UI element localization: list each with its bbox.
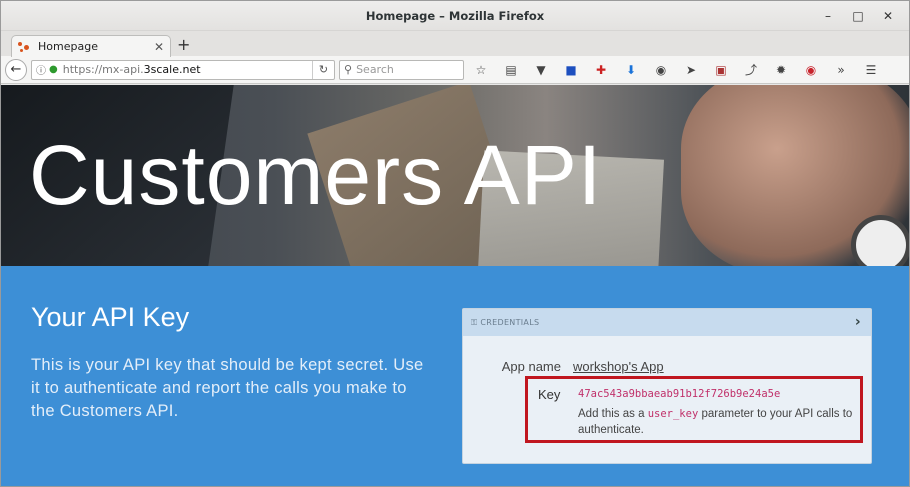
star-icon[interactable]: ☆ bbox=[468, 60, 494, 80]
save-icon[interactable]: ■ bbox=[558, 60, 584, 80]
minimize-button[interactable]: – bbox=[813, 7, 843, 25]
key-highlight-box: Key 47ac543a9bbaeab91b12f726b9e24a5e Add… bbox=[525, 376, 863, 443]
addon-icon[interactable]: ✚ bbox=[588, 60, 614, 80]
search-icon: ⚲ bbox=[344, 63, 353, 76]
favicon-icon bbox=[18, 41, 32, 53]
extension-icon[interactable]: ▣ bbox=[708, 60, 734, 80]
navigation-bar: ← ⓘ ● https://mx-api. 3scale.net ↻ ⚲ Sear… bbox=[1, 56, 909, 84]
tab-homepage[interactable]: Homepage ✕ bbox=[11, 35, 171, 57]
dev-icon[interactable]: ✹ bbox=[768, 60, 794, 80]
chevron-right-icon[interactable]: › bbox=[855, 314, 861, 330]
tab-close-icon[interactable]: ✕ bbox=[154, 40, 164, 54]
send-icon[interactable]: ➤ bbox=[678, 60, 704, 80]
url-bar[interactable]: ⓘ ● https://mx-api. 3scale.net ↻ bbox=[31, 59, 335, 80]
hero-title: Customers API bbox=[29, 128, 603, 222]
lock-icon: ● bbox=[49, 64, 58, 75]
pocket-icon[interactable]: ▼ bbox=[528, 60, 554, 80]
key-value[interactable]: 47ac543a9bbaeab91b12f726b9e24a5e bbox=[578, 388, 780, 400]
search-input[interactable]: ⚲ Search bbox=[339, 59, 464, 80]
hero-banner: Customers API bbox=[1, 85, 909, 266]
window-title: Homepage – Mozilla Firefox bbox=[365, 8, 545, 23]
new-tab-button[interactable]: + bbox=[177, 35, 190, 54]
screenshot-icon[interactable]: ◉ bbox=[648, 60, 674, 80]
section-heading: Your API Key bbox=[31, 302, 190, 332]
title-bar: Homepage – Mozilla Firefox – □ ✕ bbox=[1, 1, 909, 31]
menu-icon[interactable]: ☰ bbox=[858, 60, 884, 80]
app-name-label: App name bbox=[501, 359, 561, 374]
pinterest-icon[interactable]: ◉ bbox=[798, 60, 824, 80]
maximize-button[interactable]: □ bbox=[843, 7, 873, 25]
url-host: 3scale.net bbox=[143, 63, 201, 76]
reload-button[interactable]: ↻ bbox=[312, 60, 334, 79]
credentials-card: ⚿ CREDENTIALS › App name workshop's App K… bbox=[462, 308, 872, 464]
overflow-icon[interactable]: » bbox=[828, 60, 854, 80]
desc-before: Add this as a bbox=[578, 408, 645, 420]
credentials-title: CREDENTIALS bbox=[480, 318, 540, 327]
api-key-section: Your API Key This is your API key that s… bbox=[1, 266, 909, 486]
hero-watch-image bbox=[851, 215, 909, 266]
key-label: Key bbox=[538, 387, 561, 402]
tab-bar: Homepage ✕ + bbox=[1, 31, 909, 57]
section-text: This is your API key that should be kept… bbox=[31, 356, 424, 420]
key-icon: ⚿ bbox=[471, 317, 478, 327]
close-window-button[interactable]: ✕ bbox=[873, 7, 903, 25]
browser-window: Homepage – Mozilla Firefox – □ ✕ Homepag… bbox=[0, 0, 910, 487]
reading-list-icon[interactable]: ▤ bbox=[498, 60, 524, 80]
tab-label: Homepage bbox=[38, 40, 98, 53]
info-icon[interactable]: ⓘ bbox=[36, 62, 46, 77]
credentials-header[interactable]: ⚿ CREDENTIALS › bbox=[463, 309, 871, 336]
app-name-link[interactable]: workshop's App bbox=[573, 359, 664, 374]
download-icon[interactable]: ⬇ bbox=[618, 60, 644, 80]
search-placeholder: Search bbox=[356, 63, 394, 76]
user-key-code: user_key bbox=[647, 408, 699, 420]
key-description: Add this as a user_key parameter to your… bbox=[578, 406, 863, 438]
pin-icon[interactable]: ⤴ bbox=[738, 60, 764, 80]
page-content: Customers API Your API Key This is your … bbox=[1, 85, 909, 486]
app-name-row: App name workshop's App bbox=[501, 359, 664, 374]
url-scheme: https://mx-api. bbox=[62, 63, 144, 76]
back-button[interactable]: ← bbox=[5, 58, 27, 81]
